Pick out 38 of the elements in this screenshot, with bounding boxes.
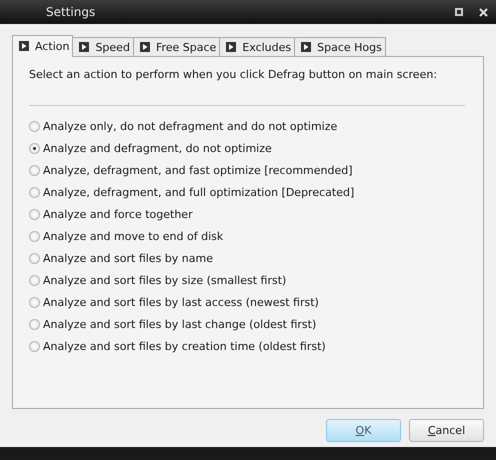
- play-icon: [19, 41, 29, 51]
- dialog-button[interactable]: Cancel: [409, 419, 484, 442]
- play-icon: [226, 42, 236, 52]
- option-label[interactable]: Analyze and sort files by last access (newest first): [43, 296, 319, 308]
- option-label[interactable]: Analyze and force together: [43, 208, 193, 220]
- play-icon: [79, 42, 90, 52]
- option-label[interactable]: Analyze and move to end of disk: [43, 230, 224, 242]
- tab[interactable]: Speed: [72, 37, 134, 56]
- radio-button[interactable]: [29, 274, 40, 286]
- radio-button[interactable]: [29, 340, 40, 352]
- option-label[interactable]: Analyze only, do not defragment and do not optimize: [43, 120, 338, 132]
- radio-button[interactable]: [29, 296, 40, 308]
- play-icon: [140, 42, 150, 52]
- dialog-button[interactable]: OK: [326, 419, 401, 442]
- option-label[interactable]: Analyze, defragment, and fast optimize [recommended]: [43, 164, 353, 176]
- radio-button[interactable]: [29, 164, 40, 176]
- option-label[interactable]: Analyze and sort files by creation time (oldest first): [43, 340, 326, 352]
- tab[interactable]: Space Hogs: [294, 37, 386, 56]
- close-icon[interactable]: [478, 8, 488, 16]
- option-label[interactable]: Analyze and sort files by size (smallest first): [43, 274, 286, 286]
- radio-button[interactable]: [29, 142, 40, 154]
- radio-button[interactable]: [29, 208, 40, 220]
- option-label[interactable]: Analyze and defragment, do not optimize: [43, 142, 272, 154]
- tab[interactable]: Action: [12, 35, 74, 57]
- radio-button[interactable]: [29, 252, 40, 264]
- option-label[interactable]: Analyze and sort files by last change (oldest first): [43, 318, 316, 330]
- maximize-icon[interactable]: [455, 8, 463, 16]
- radio-button[interactable]: [29, 120, 40, 132]
- option-label[interactable]: Analyze and sort files by name: [43, 252, 213, 264]
- tab[interactable]: Free Space: [132, 37, 220, 56]
- radio-button[interactable]: [29, 186, 40, 198]
- instruction-text: Select an action to perform when you click Defrag button on main screen:: [29, 68, 438, 81]
- window-title: Settings: [46, 5, 96, 19]
- tab[interactable]: Excludes: [219, 37, 296, 56]
- play-icon: [301, 42, 312, 52]
- radio-button[interactable]: [29, 230, 40, 242]
- option-label[interactable]: Analyze, defragment, and full optimization [Deprecated]: [43, 186, 354, 198]
- radio-button[interactable]: [29, 318, 40, 330]
